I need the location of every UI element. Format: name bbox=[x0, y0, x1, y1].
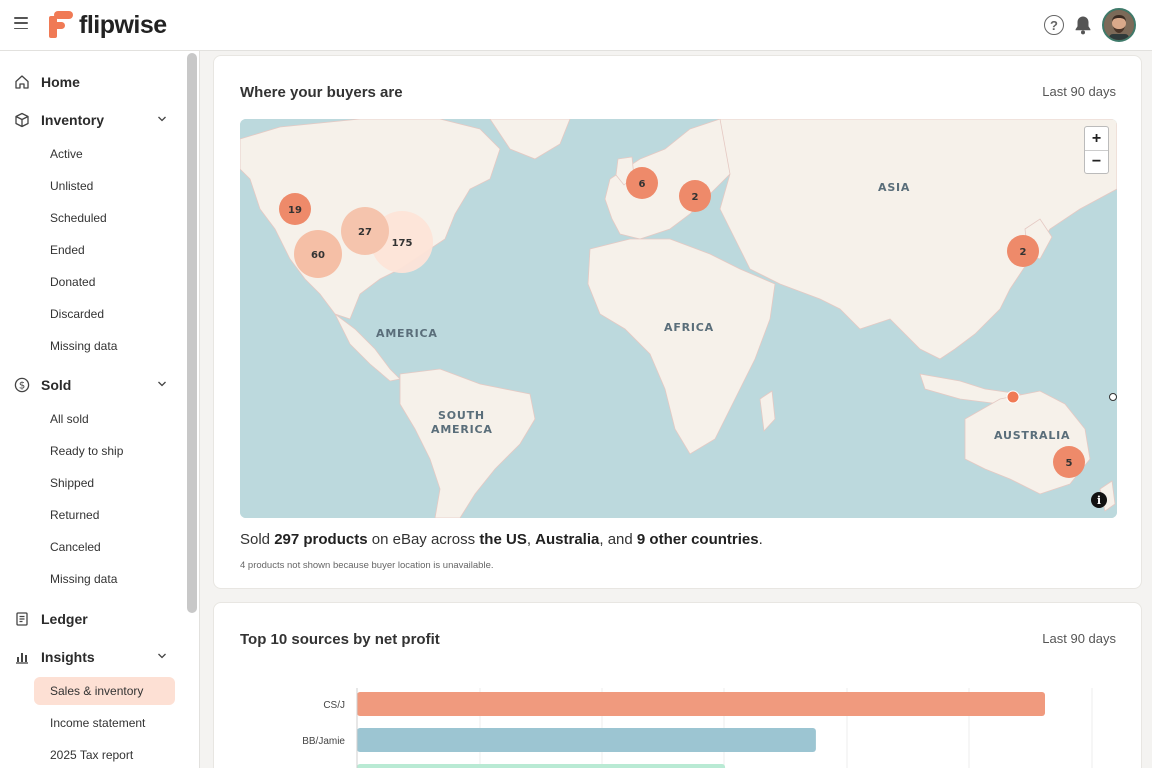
single-marker[interactable] bbox=[1109, 393, 1117, 401]
svg-text:60: 60 bbox=[311, 250, 325, 261]
sidebar-item-donated[interactable]: Donated bbox=[50, 272, 95, 292]
sidebar-label: Sold bbox=[41, 377, 72, 393]
sidebar-item-missing-data[interactable]: Missing data bbox=[50, 336, 117, 356]
sidebar-label: Insights bbox=[41, 649, 95, 665]
top-sources-card: Top 10 sources by net profit Last 90 day… bbox=[213, 602, 1142, 768]
buyers-map[interactable]: AMERICA SOUTH AMERICA AFRICA ASIA AUSTRA… bbox=[240, 119, 1117, 518]
bar[interactable] bbox=[357, 764, 726, 768]
sidebar-item-income-statement[interactable]: Income statement bbox=[50, 713, 145, 733]
home-icon bbox=[13, 73, 31, 91]
chevron-down-icon[interactable] bbox=[157, 651, 167, 661]
svg-text:2: 2 bbox=[692, 192, 699, 203]
info-icon[interactable]: i bbox=[1091, 492, 1107, 508]
svg-text:19: 19 bbox=[288, 205, 302, 216]
region-label: AUSTRALIA bbox=[994, 429, 1070, 442]
sidebar-item-sold-missing-data[interactable]: Missing data bbox=[50, 569, 117, 589]
card-title: Where your buyers are bbox=[240, 84, 403, 101]
svg-text:175: 175 bbox=[392, 238, 413, 249]
sidebar-label: Ledger bbox=[41, 611, 88, 627]
cluster-marker[interactable]: 2 bbox=[679, 180, 711, 212]
sidebar-item-active[interactable]: Active bbox=[50, 144, 83, 164]
bar[interactable] bbox=[357, 692, 1045, 716]
region-label: SOUTH bbox=[438, 409, 485, 422]
sidebar-item-unlisted[interactable]: Unlisted bbox=[50, 176, 93, 196]
dollar-circle-icon: $ bbox=[13, 376, 31, 394]
logo-mark-icon bbox=[49, 11, 73, 38]
sidebar-item-insights[interactable]: Insights bbox=[13, 645, 173, 669]
sidebar-item-ended[interactable]: Ended bbox=[50, 240, 85, 260]
bar-chart-icon bbox=[13, 648, 31, 666]
cluster-marker[interactable]: 2 bbox=[1007, 235, 1039, 267]
sidebar-item-scheduled[interactable]: Scheduled bbox=[50, 208, 107, 228]
menu-icon[interactable] bbox=[14, 17, 28, 29]
zoom-in-button[interactable]: + bbox=[1085, 127, 1108, 150]
svg-text:6: 6 bbox=[639, 179, 646, 190]
top-bar: flipwise ? bbox=[0, 0, 1152, 51]
sidebar-label: Home bbox=[41, 74, 80, 90]
chevron-down-icon[interactable] bbox=[157, 114, 167, 124]
svg-text:2: 2 bbox=[1020, 247, 1027, 258]
sidebar-item-tax-report[interactable]: 2025 Tax report bbox=[50, 745, 133, 765]
region-label: AFRICA bbox=[664, 321, 714, 334]
cluster-marker[interactable]: 19 bbox=[279, 193, 311, 225]
date-range[interactable]: Last 90 days bbox=[1042, 84, 1116, 99]
box-icon bbox=[13, 111, 31, 129]
chevron-down-icon[interactable] bbox=[157, 379, 167, 389]
cluster-marker[interactable]: 6 bbox=[626, 167, 658, 199]
region-label: AMERICA bbox=[376, 327, 438, 340]
sidebar-item-discarded[interactable]: Discarded bbox=[50, 304, 104, 324]
help-circle-icon[interactable]: ? bbox=[1044, 15, 1064, 35]
sales-summary: Sold 297 products on eBay across the US,… bbox=[240, 531, 763, 548]
location-note: 4 products not shown because buyer locat… bbox=[240, 560, 494, 571]
sidebar-item-inventory[interactable]: Inventory bbox=[13, 108, 173, 132]
bar[interactable] bbox=[357, 728, 816, 752]
svg-text:27: 27 bbox=[358, 227, 372, 238]
bar-category-label: BB/Jamie bbox=[302, 736, 345, 747]
bar-category-label: CS/J bbox=[323, 700, 345, 711]
bell-icon[interactable] bbox=[1074, 15, 1092, 35]
sidebar-item-canceled[interactable]: Canceled bbox=[50, 537, 101, 557]
avatar[interactable] bbox=[1102, 8, 1136, 42]
sidebar-item-home[interactable]: Home bbox=[13, 70, 173, 94]
cluster-marker[interactable]: 60 bbox=[294, 230, 342, 278]
svg-text:$: $ bbox=[19, 381, 25, 392]
region-label: AMERICA bbox=[431, 423, 493, 436]
sidebar-item-sold[interactable]: $ Sold bbox=[13, 373, 173, 397]
ledger-icon bbox=[13, 610, 31, 628]
sidebar-scrollbar[interactable] bbox=[187, 53, 197, 613]
zoom-control: + − bbox=[1084, 126, 1109, 174]
sources-bar-chart: CS/J BB/Jamie bbox=[302, 688, 1093, 768]
zoom-out-button[interactable]: − bbox=[1085, 150, 1108, 173]
logo[interactable]: flipwise bbox=[47, 10, 167, 40]
cluster-marker[interactable]: 27 bbox=[341, 207, 389, 255]
sidebar: Home Inventory Active Unlisted Scheduled… bbox=[0, 51, 200, 768]
sidebar-item-sales-inventory[interactable]: Sales & inventory bbox=[34, 677, 175, 705]
sidebar-label: Inventory bbox=[41, 112, 105, 128]
sidebar-item-all-sold[interactable]: All sold bbox=[50, 409, 89, 429]
logo-text: flipwise bbox=[79, 10, 167, 39]
sidebar-item-shipped[interactable]: Shipped bbox=[50, 473, 94, 493]
svg-text:5: 5 bbox=[1066, 458, 1073, 469]
region-label: ASIA bbox=[878, 181, 910, 194]
buyers-map-card: Where your buyers are Last 90 days AMERI… bbox=[213, 55, 1142, 589]
sidebar-item-ledger[interactable]: Ledger bbox=[13, 607, 173, 631]
single-marker[interactable] bbox=[1006, 390, 1020, 404]
cluster-marker[interactable]: 5 bbox=[1053, 446, 1085, 478]
sidebar-item-returned[interactable]: Returned bbox=[50, 505, 99, 525]
sidebar-item-ready-to-ship[interactable]: Ready to ship bbox=[50, 441, 123, 461]
